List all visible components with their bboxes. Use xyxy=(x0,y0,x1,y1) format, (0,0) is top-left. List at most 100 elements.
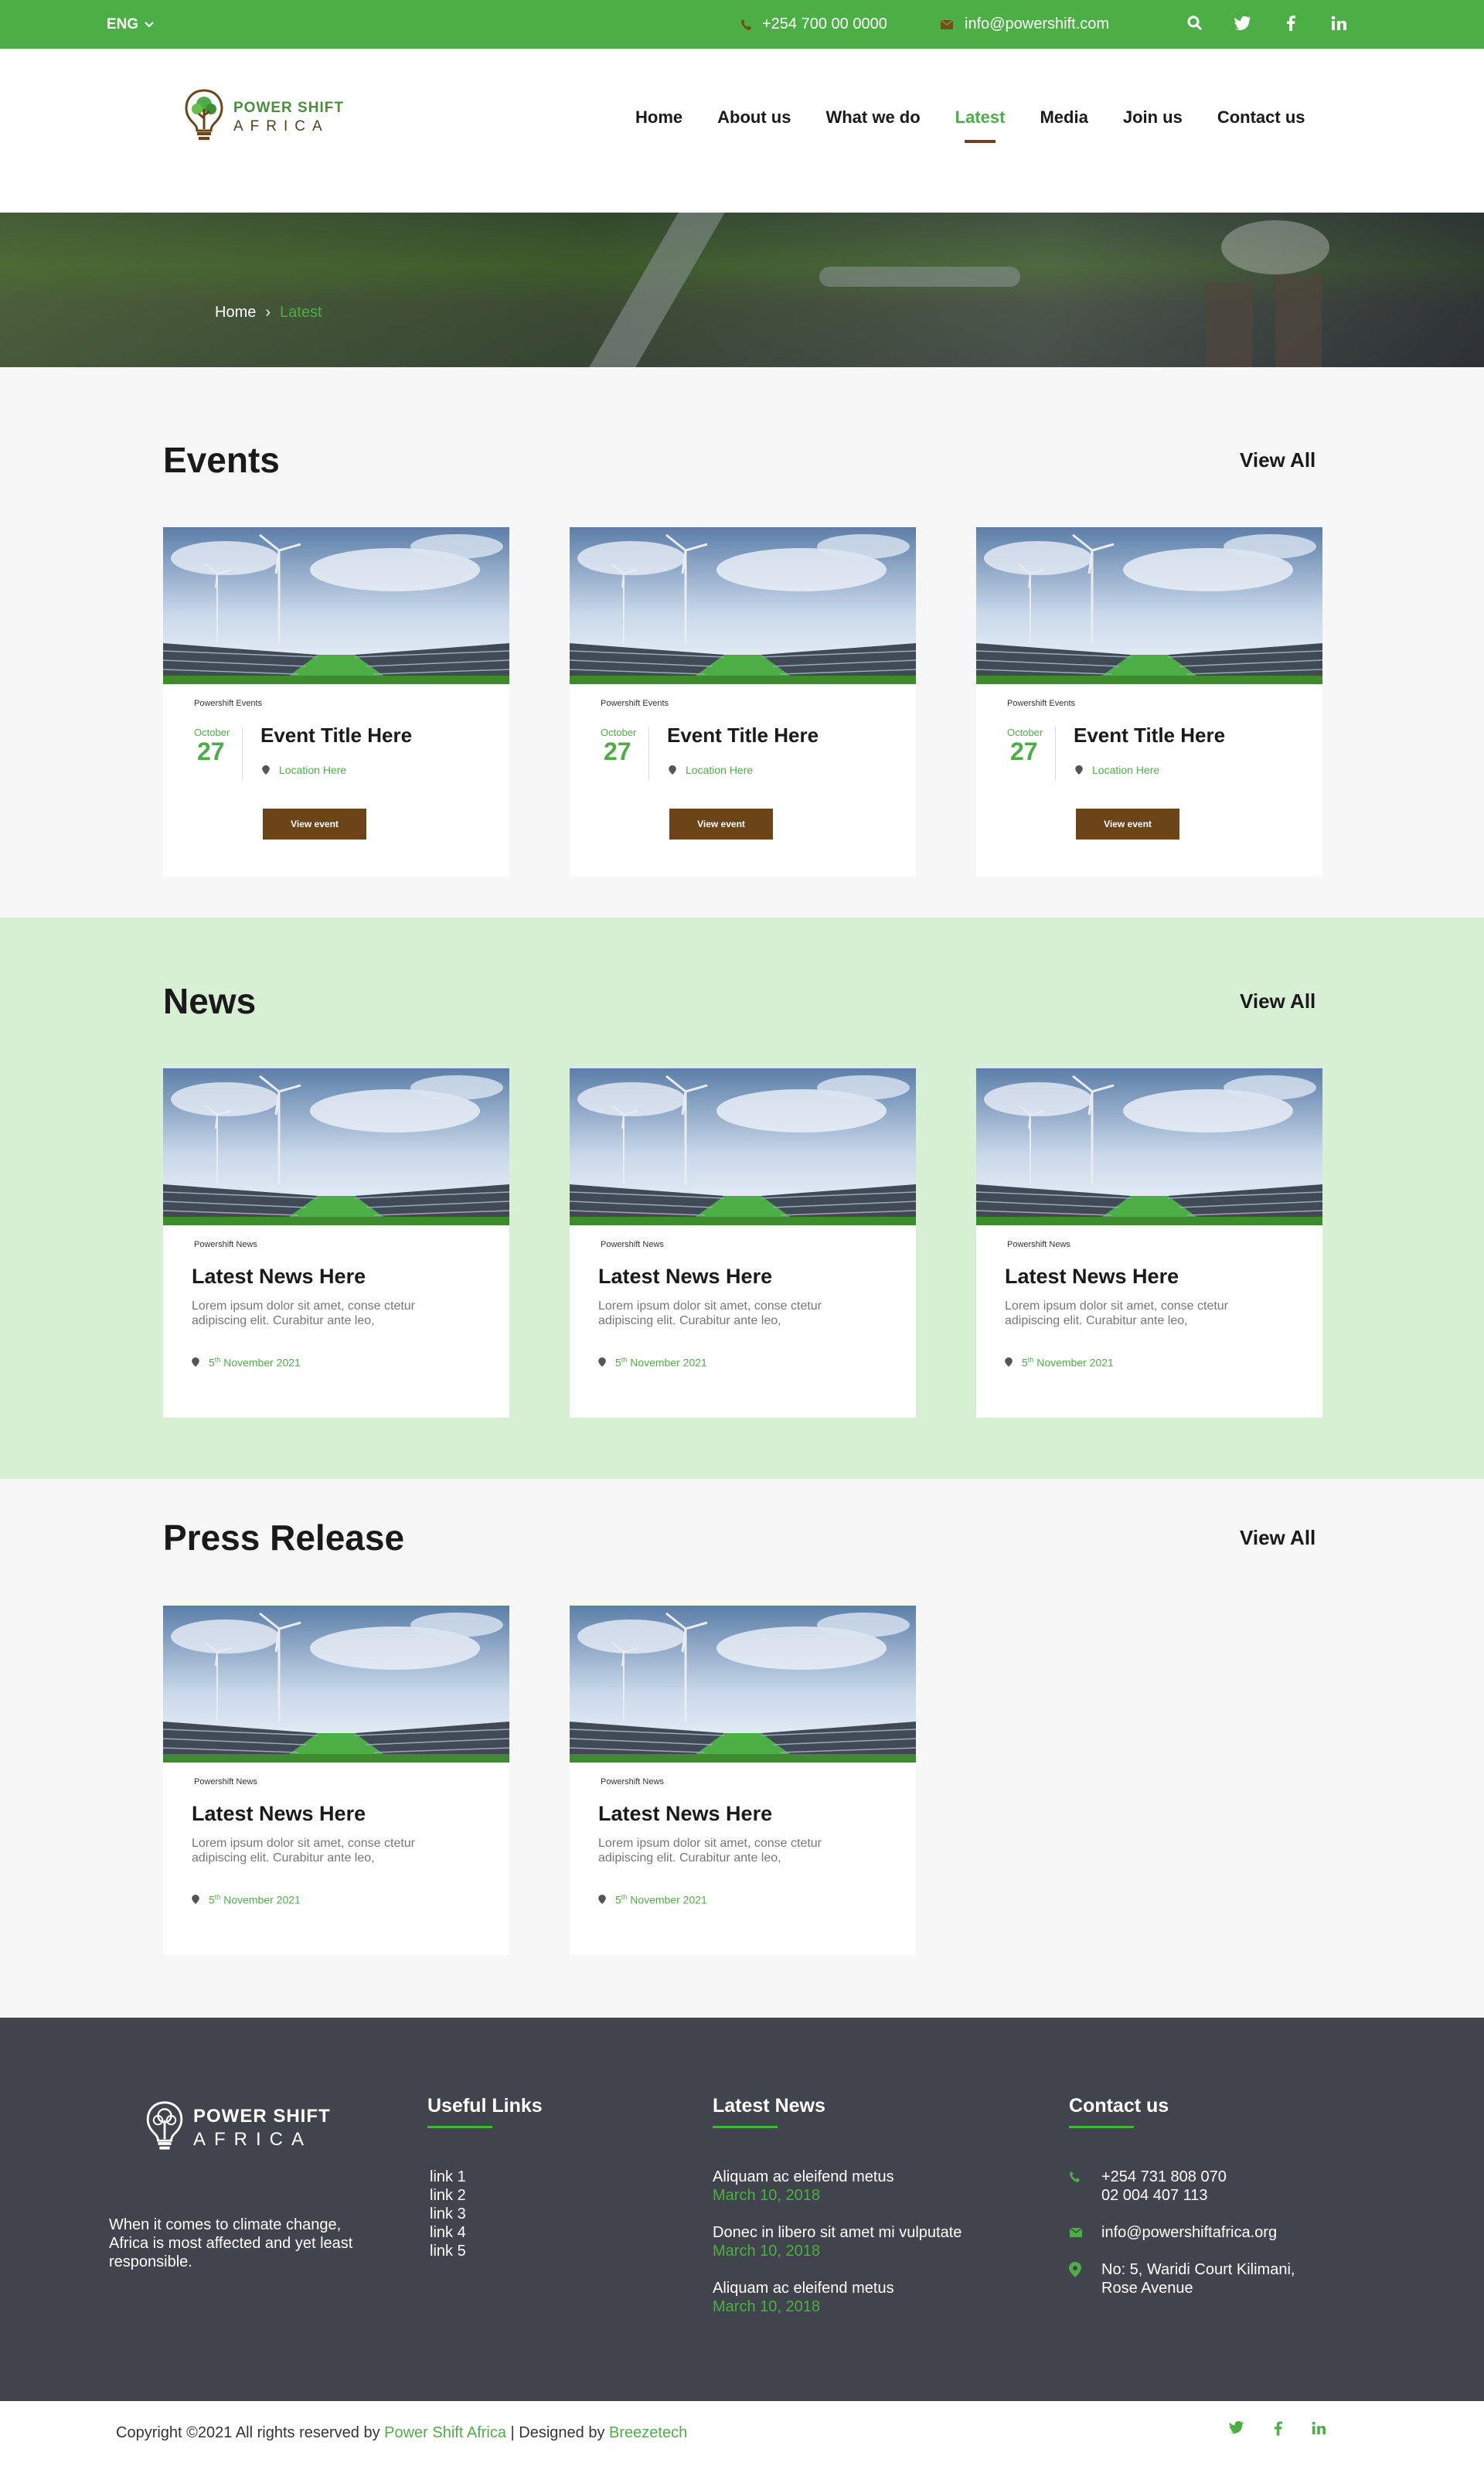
search-icon[interactable] xyxy=(1186,14,1204,32)
useful-links-list: link 1 link 2 link 3 link 4 link 5 xyxy=(430,2168,466,2260)
nav-join-us[interactable]: Join us xyxy=(1123,107,1183,128)
nav-home[interactable]: Home xyxy=(635,107,682,128)
press-title[interactable]: Latest News Here xyxy=(598,1802,772,1826)
divider xyxy=(648,727,649,781)
news-image xyxy=(570,1068,916,1225)
nav-what-we-do[interactable]: What we do xyxy=(825,107,920,128)
nav-contact-us[interactable]: Contact us xyxy=(1217,107,1305,128)
copyright-text: Copyright ©2021 All rights reserved by P… xyxy=(116,2424,687,2442)
footer-logo[interactable]: POWER SHIFT AFRICA xyxy=(144,2100,331,2157)
language-selector[interactable]: ENG xyxy=(107,16,154,33)
location-pin-icon xyxy=(1005,1357,1013,1368)
news-card[interactable]: Powershift News Latest News Here Lorem ips… xyxy=(163,1068,509,1418)
news-title[interactable]: Latest News Here xyxy=(1005,1265,1179,1289)
footer-link[interactable]: link 3 xyxy=(430,2205,466,2223)
news-title[interactable]: Latest News Here xyxy=(598,1265,772,1289)
event-title[interactable]: Event Title Here xyxy=(667,724,819,748)
news-title: News xyxy=(163,981,257,1021)
press-category: Powershift News xyxy=(601,1777,664,1786)
event-card[interactable]: Powershift Events October 27 Event Title He… xyxy=(570,527,916,877)
date-rest: November 2021 xyxy=(223,1356,301,1369)
breadcrumb-home[interactable]: Home xyxy=(215,304,256,322)
company-link[interactable]: Power Shift Africa xyxy=(384,2424,506,2441)
designer-link[interactable]: Breezetech xyxy=(609,2424,687,2441)
press-excerpt: Lorem ipsum dolor sit amet, conse ctetur… xyxy=(598,1837,822,1865)
footer-news-item[interactable]: Aliquam ac eleifend metus March 10, 2018 xyxy=(713,2168,894,2205)
facebook-icon[interactable] xyxy=(1281,14,1300,32)
linkedin-icon[interactable] xyxy=(1329,14,1348,32)
news-view-all-link[interactable]: View All xyxy=(1240,989,1316,1013)
location-pin-icon xyxy=(192,1357,199,1368)
view-event-button[interactable]: View event xyxy=(1076,809,1179,840)
news-excerpt: Lorem ipsum dolor sit amet, conse ctetur… xyxy=(1005,1299,1229,1327)
footer-email[interactable]: info@powershiftafrica.org xyxy=(1069,2223,1277,2242)
footer-news-item[interactable]: Donec in libero sit amet mi vulputate Ma… xyxy=(713,2223,962,2260)
logo-text-line2: AFRICA xyxy=(233,118,329,135)
useful-links-title: Useful Links xyxy=(427,2095,543,2117)
press-card[interactable]: Powershift News Latest News Here Lorem ips… xyxy=(163,1606,509,1955)
press-card[interactable]: Powershift News Latest News Here Lorem ips… xyxy=(570,1606,916,1955)
press-view-all-link[interactable]: View All xyxy=(1240,1526,1316,1550)
location-pin-icon xyxy=(262,765,270,775)
logo-text-line1: POWER SHIFT xyxy=(233,100,344,116)
date-suffix: th xyxy=(214,1893,221,1901)
event-category: Powershift Events xyxy=(601,699,669,708)
nav-latest[interactable]: Latest xyxy=(955,107,1005,143)
news-card[interactable]: Powershift News Latest News Here Lorem ips… xyxy=(976,1068,1322,1418)
news-title[interactable]: Latest News Here xyxy=(192,1265,366,1289)
footer-news-title: Aliquam ac eleifend metus xyxy=(713,2168,894,2185)
footer-phone[interactable]: +254 731 808 070 02 004 407 113 xyxy=(1069,2168,1227,2205)
press-date: 5th November 2021 xyxy=(192,1893,301,1906)
divider xyxy=(242,727,243,781)
footer-link[interactable]: link 1 xyxy=(430,2168,466,2186)
topbar-email[interactable]: info@powershift.com xyxy=(940,15,1109,33)
press-excerpt: Lorem ipsum dolor sit amet, conse ctetur… xyxy=(192,1837,416,1865)
news-date: 5th November 2021 xyxy=(192,1356,301,1369)
date-rest: November 2021 xyxy=(223,1893,301,1906)
event-day: 27 xyxy=(1010,737,1038,765)
breadcrumb: Home › Latest xyxy=(215,304,322,322)
phone-icon xyxy=(1069,2168,1084,2205)
view-event-button[interactable]: View event xyxy=(669,809,773,840)
linkedin-icon[interactable] xyxy=(1312,2421,1326,2436)
footer-news-date: March 10, 2018 xyxy=(713,2298,820,2315)
mail-icon xyxy=(1069,2223,1084,2242)
footer-news-item[interactable]: Aliquam ac eleifend metus March 10, 2018 xyxy=(713,2279,894,2316)
date-rest: November 2021 xyxy=(630,1893,707,1906)
footer-link[interactable]: link 2 xyxy=(430,2186,466,2205)
press-image xyxy=(570,1606,916,1763)
site-logo[interactable]: POWER SHIFT AFRICA xyxy=(182,87,344,148)
event-location-text: Location Here xyxy=(279,764,347,776)
event-month: October xyxy=(601,727,637,738)
view-event-button[interactable]: View event xyxy=(263,809,366,840)
twitter-icon[interactable] xyxy=(1234,14,1252,32)
press-title[interactable]: Latest News Here xyxy=(192,1802,366,1826)
news-card[interactable]: Powershift News Latest News Here Lorem ips… xyxy=(570,1068,916,1418)
footer-address: No: 5, Waridi Court Kilimani, Rose Avenu… xyxy=(1069,2260,1295,2297)
footer-address-line2: Rose Avenue xyxy=(1101,2280,1193,2297)
location-pin-icon xyxy=(598,1895,606,1905)
chevron-down-icon xyxy=(145,22,154,28)
news-category: Powershift News xyxy=(601,1240,664,1249)
footer-link[interactable]: link 4 xyxy=(430,2223,466,2242)
event-title[interactable]: Event Title Here xyxy=(1074,724,1225,748)
twitter-icon[interactable] xyxy=(1229,2421,1244,2436)
phone-icon xyxy=(740,19,753,31)
events-title: Events xyxy=(163,440,280,480)
news-excerpt: Lorem ipsum dolor sit amet, conse ctetur… xyxy=(192,1299,416,1327)
news-image xyxy=(976,1068,1322,1225)
event-title[interactable]: Event Title Here xyxy=(260,724,412,748)
footer-link[interactable]: link 5 xyxy=(430,2242,466,2260)
event-card[interactable]: Powershift Events October 27 Event Title He… xyxy=(163,527,509,877)
date-day: 5 xyxy=(209,1356,215,1369)
event-location-text: Location Here xyxy=(686,764,754,776)
events-view-all-link[interactable]: View All xyxy=(1240,448,1316,472)
event-card[interactable]: Powershift Events October 27 Event Title He… xyxy=(976,527,1322,877)
nav-about-us[interactable]: About us xyxy=(717,107,791,128)
nav-media[interactable]: Media xyxy=(1040,107,1087,128)
facebook-icon[interactable] xyxy=(1274,2421,1282,2436)
footer-address-line1: No: 5, Waridi Court Kilimani, xyxy=(1101,2261,1295,2278)
topbar-phone[interactable]: +254 700 00 0000 xyxy=(740,15,887,33)
hero-tower-decoration xyxy=(1275,274,1322,367)
contact-us-title: Contact us xyxy=(1069,2095,1169,2117)
